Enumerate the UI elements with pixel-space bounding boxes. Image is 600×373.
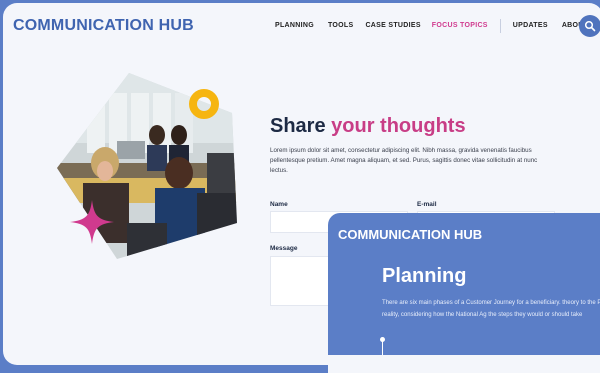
preview-title: Planning <box>382 265 467 287</box>
header: COMMUNICATION HUB PLANNING TOOLS CASE ST… <box>3 3 600 47</box>
search-icon <box>584 20 596 32</box>
email-label: E-mail <box>417 201 437 208</box>
form-intro-text: Lorem ipsum dolor sit amet, consectetur … <box>270 147 538 174</box>
site-logo[interactable]: COMMUNICATION HUB <box>13 17 194 35</box>
heading-accent: your thoughts <box>331 115 466 137</box>
message-label: Message <box>270 245 298 252</box>
nav-item-focus-topics[interactable]: FOCUS TOPICS <box>432 22 488 33</box>
preview-logo: COMMUNICATION HUB <box>338 227 483 242</box>
decorative-ring-icon <box>189 89 219 119</box>
form-heading: Share your thoughts <box>270 115 466 138</box>
name-label: Name <box>270 201 288 208</box>
search-button[interactable] <box>579 15 600 37</box>
nav-item-tools[interactable]: TOOLS <box>328 22 353 33</box>
nav-item-planning[interactable]: PLANNING <box>275 22 314 33</box>
nav-item-case-studies[interactable]: CASE STUDIES <box>365 22 420 33</box>
preview-content-area <box>328 355 600 373</box>
nav-divider <box>499 19 501 33</box>
planning-preview-card[interactable]: COMMUNICATION HUB Planning There are six… <box>328 213 600 373</box>
timeline-line <box>382 339 383 355</box>
sparkle-star-icon <box>70 200 114 244</box>
heading-plain: Share <box>270 115 332 137</box>
preview-description: There are six main phases of a Customer … <box>382 300 600 318</box>
nav-item-updates[interactable]: UPDATES <box>513 22 548 33</box>
main-nav: PLANNING TOOLS CASE STUDIES FOCUS TOPICS… <box>275 19 588 33</box>
